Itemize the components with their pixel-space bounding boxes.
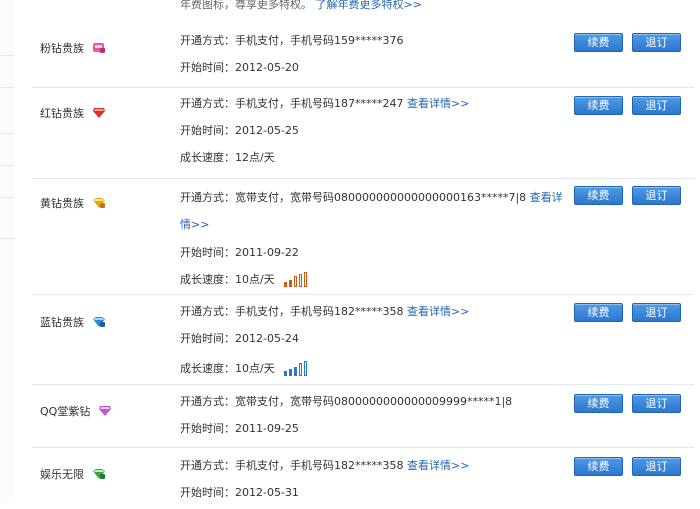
membership-name: 红钻贵族 (40, 105, 106, 121)
cancel-button[interactable]: 退订 (632, 33, 681, 52)
growth-level-bar (304, 360, 308, 376)
growth-level-bars (284, 271, 310, 287)
growth-level-bar (294, 366, 298, 376)
membership-name-label: 蓝钻贵族 (40, 316, 84, 329)
row-actions: 续费 退订 (574, 96, 681, 115)
cancel-button[interactable]: 退订 (632, 303, 681, 322)
start-time: 开始时间：2012-05-20 (180, 61, 299, 74)
growth-level-bar (294, 275, 298, 287)
start-time: 开始时间：2012-05-31 (180, 486, 299, 499)
membership-name-label: QQ堂紫钻 (40, 405, 91, 418)
membership-details: 开通方式：宽带支付，宽带号码080000000000000000163*****… (180, 184, 564, 296)
membership-name: 黄钻贵族 (40, 195, 106, 211)
membership-row-green: 娱乐无限 开通方式：手机支付，手机号码182*****358 查看详情>> 开始… (32, 448, 694, 508)
row-actions: 续费 退订 (574, 457, 681, 476)
growth-level-bar (299, 273, 303, 287)
open-method-text: 开通方式：手机支付，手机号码182*****358 (180, 459, 404, 472)
cancel-button[interactable]: 退订 (632, 457, 681, 476)
membership-name: 粉钻贵族 (40, 40, 106, 56)
membership-details: 开通方式：手机支付，手机号码187*****247 查看详情>> 开始时间：20… (180, 93, 564, 174)
growth-speed: 成长速度：10点/天 (180, 269, 564, 296)
cancel-button[interactable]: 退订 (632, 186, 681, 205)
open-method: 开通方式：手机支付，手机号码187*****247 查看详情>> (180, 93, 564, 120)
membership-name-label: 娱乐无限 (40, 468, 84, 481)
renew-button[interactable]: 续费 (574, 303, 623, 322)
growth-level-bar (284, 370, 288, 376)
renew-button[interactable]: 续费 (574, 96, 623, 115)
open-method-text: 开通方式：手机支付，手机号码187*****247 (180, 97, 404, 110)
membership-details: 开通方式：手机支付，手机号码182*****358 查看详情>> 开始时间：20… (180, 301, 564, 385)
growth-level-bar (289, 368, 293, 376)
start-time: 开始时间：2011-09-22 (180, 246, 299, 259)
growth-level-bar (304, 271, 308, 287)
annual-fee-link[interactable]: 了解年费更多特权>> (316, 0, 422, 11)
open-method-text: 开通方式：宽带支付，宽带号码080000000000000000163*****… (180, 191, 527, 204)
row-actions: 续费 退订 (574, 186, 681, 205)
membership-details: 开通方式：宽带支付，宽带号码0800000000000009999*****1|… (180, 391, 564, 445)
growth-level-bars (284, 360, 310, 376)
start-time: 开始时间：2012-05-25 (180, 124, 299, 137)
growth-level-bar (289, 279, 293, 287)
growth-speed: 成长速度：12点/天 (180, 151, 275, 164)
membership-details: 开通方式：手机支付，手机号码182*****358 查看详情>> 开始时间：20… (180, 455, 564, 509)
row-actions: 续费 退订 (574, 33, 681, 52)
membership-name: 娱乐无限 (40, 466, 106, 482)
membership-name-label: 粉钻贵族 (40, 42, 84, 55)
open-method: 开通方式：手机支付，手机号码159*****376 (180, 34, 404, 47)
growth-speed: 成长速度：10点/天 (180, 358, 564, 385)
cancel-button[interactable]: 退订 (632, 96, 681, 115)
annual-fee-notice: 年费图标，尊享更多特权。 了解年费更多特权>> (180, 0, 680, 12)
growth-speed-text: 成长速度：10点/天 (180, 362, 275, 375)
purple-diamond-icon (99, 406, 112, 416)
membership-name-label: 黄钻贵族 (40, 197, 84, 210)
membership-name: QQ堂紫钻 (40, 403, 112, 419)
growth-level-bar (284, 281, 288, 287)
green-diamond-icon (93, 469, 105, 479)
growth-speed-text: 成长速度：10点/天 (180, 273, 275, 286)
renew-button[interactable]: 续费 (574, 33, 623, 52)
yellow-diamond-icon (93, 198, 105, 208)
pink-diamond-icon (93, 43, 105, 53)
membership-row-purple: QQ堂紫钻 开通方式：宽带支付，宽带号码0800000000000009999*… (32, 385, 694, 448)
blue-diamond-icon (93, 317, 105, 327)
renew-button[interactable]: 续费 (574, 394, 623, 413)
view-details-link[interactable]: 查看详情>> (407, 305, 469, 318)
open-method: 开通方式：手机支付，手机号码182*****358 查看详情>> (180, 301, 564, 328)
membership-row-red: 红钻贵族 开通方式：手机支付，手机号码187*****247 查看详情>> 开始… (32, 88, 694, 179)
view-details-link[interactable]: 查看详情>> (407, 97, 469, 110)
membership-row-blue: 蓝钻贵族 开通方式：手机支付，手机号码182*****358 查看详情>> 开始… (32, 295, 694, 385)
red-diamond-icon (93, 108, 105, 118)
open-method: 开通方式：宽带支付，宽带号码0800000000000009999*****1|… (180, 395, 513, 408)
membership-name-label: 红钻贵族 (40, 107, 84, 120)
open-method: 开通方式：手机支付，手机号码182*****358 查看详情>> (180, 455, 564, 482)
growth-level-bar (299, 362, 303, 376)
row-actions: 续费 退订 (574, 303, 681, 322)
open-method-text: 开通方式：手机支付，手机号码182*****358 (180, 305, 404, 318)
membership-name: 蓝钻贵族 (40, 314, 106, 330)
start-time: 开始时间：2011-09-25 (180, 422, 299, 435)
membership-row-pink: 粉钻贵族 开通方式：手机支付，手机号码159*****376 开始时间：2012… (32, 24, 694, 88)
membership-row-yellow: 黄钻贵族 开通方式：宽带支付，宽带号码080000000000000000163… (32, 179, 694, 295)
open-method: 开通方式：宽带支付，宽带号码080000000000000000163*****… (180, 184, 564, 238)
view-details-link[interactable]: 查看详情>> (407, 459, 469, 472)
renew-button[interactable]: 续费 (574, 186, 623, 205)
start-time: 开始时间：2012-05-24 (180, 332, 299, 345)
left-sidebar-strip (0, 0, 14, 502)
annual-fee-notice-text: 年费图标，尊享更多特权。 (180, 0, 312, 11)
cancel-button[interactable]: 退订 (632, 394, 681, 413)
row-actions: 续费 退订 (574, 394, 681, 413)
renew-button[interactable]: 续费 (574, 457, 623, 476)
membership-details: 开通方式：手机支付，手机号码159*****376 开始时间：2012-05-2… (180, 30, 564, 84)
